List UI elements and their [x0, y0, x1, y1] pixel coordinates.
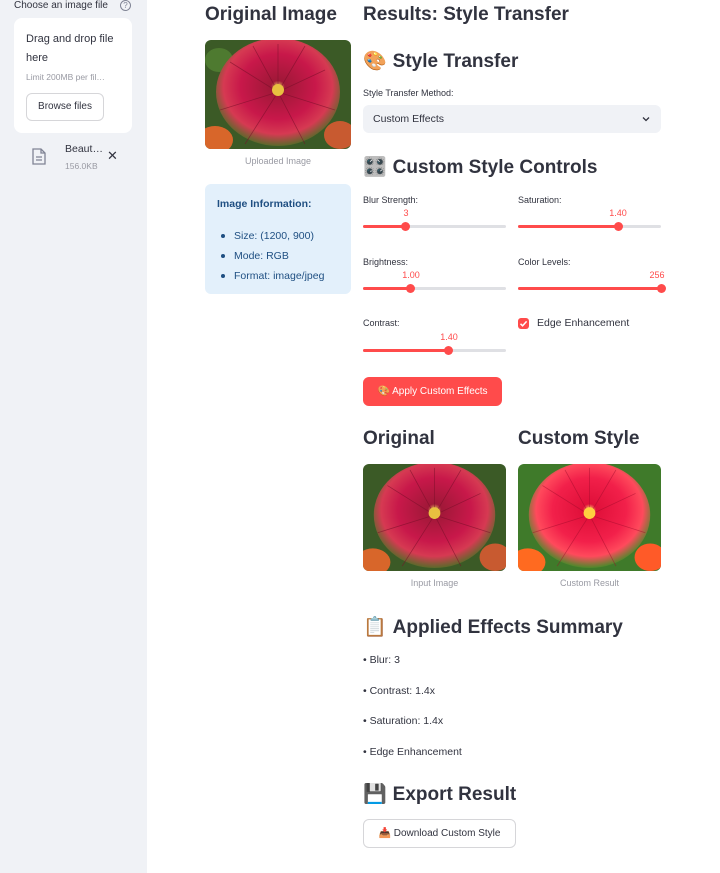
file-icon [32, 148, 46, 165]
file-size: 156.0KB [65, 161, 98, 171]
custom-result-caption: Custom Result [559, 578, 620, 588]
original-image-title: Original Image [205, 4, 337, 25]
help-icon[interactable]: ? [120, 0, 131, 11]
image-info-title: Image Information: [217, 198, 312, 210]
contrast-slider-thumb[interactable] [444, 346, 454, 355]
uploaded-image-caption: Uploaded Image [244, 156, 312, 166]
method-select-value: Custom Effects [373, 113, 444, 125]
info-size: Size: (1200, 900) [217, 226, 324, 246]
saturation-value: 1.40 [609, 208, 627, 218]
chevron-down-icon [642, 117, 650, 122]
file-dropzone[interactable]: Drag and drop file here Limit 200MB per … [14, 18, 132, 133]
control-knobs-icon: 🎛️ [363, 157, 387, 178]
file-name: Beaut… [65, 143, 103, 155]
brightness-value: 1.00 [402, 270, 420, 280]
blur-label: Blur Strength: [363, 195, 419, 205]
input-image [363, 464, 506, 571]
method-select[interactable]: Custom Effects [363, 105, 661, 133]
color-levels-slider[interactable] [518, 282, 666, 296]
brightness-slider[interactable] [363, 282, 506, 296]
checkmark-icon [519, 320, 528, 327]
dropzone-title: Drag and drop file here [26, 33, 114, 64]
export-heading: 💾 Export Result [363, 784, 517, 805]
saturation-label: Saturation: [518, 195, 562, 205]
summary-item-blur: • Blur: 3 [363, 654, 400, 666]
summary-item-contrast: • Contrast: 1.4x [363, 685, 435, 697]
style-transfer-heading: 🎨 Style Transfer [363, 51, 519, 72]
info-format: Format: image/jpeg [217, 266, 324, 286]
edge-enhancement-label[interactable]: Edge Enhancement [537, 317, 629, 329]
uploader-label: Choose an image file [14, 0, 108, 11]
image-info-list: Size: (1200, 900) Mode: RGB Format: imag… [217, 226, 324, 286]
edge-enhancement-checkbox[interactable] [518, 318, 529, 329]
info-mode: Mode: RGB [217, 246, 324, 266]
blur-slider[interactable] [363, 220, 506, 234]
image-info-box: Image Information: Size: (1200, 900) Mod… [205, 184, 351, 294]
color-levels-value: 256 [649, 270, 665, 280]
clipboard-icon: 📋 [363, 617, 387, 638]
brightness-label: Brightness: [363, 257, 409, 267]
remove-file-icon[interactable]: ✕ [107, 149, 118, 162]
floppy-disk-icon: 💾 [363, 784, 387, 805]
contrast-slider[interactable] [363, 344, 506, 358]
browse-files-button[interactable]: Browse files [26, 93, 104, 121]
results-title: Results: Style Transfer [363, 4, 569, 25]
dropzone-limit: Limit 200MB per fil… [26, 72, 105, 82]
contrast-label: Contrast: [363, 318, 400, 328]
uploaded-image [205, 40, 351, 149]
summary-item-edge: • Edge Enhancement [363, 746, 462, 758]
blur-slider-thumb[interactable] [401, 222, 411, 231]
brightness-slider-thumb[interactable] [405, 284, 415, 293]
saturation-slider[interactable] [518, 220, 661, 234]
sidebar: Choose an image file ? Drag and drop fil… [0, 0, 147, 873]
custom-style-heading: Custom Style [518, 428, 640, 449]
apply-custom-effects-button[interactable]: 🎨 Apply Custom Effects [363, 377, 502, 406]
blur-value: 3 [403, 208, 409, 218]
contrast-value: 1.40 [440, 332, 458, 342]
color-levels-slider-thumb[interactable] [656, 284, 666, 293]
custom-controls-heading: 🎛️ Custom Style Controls [363, 157, 598, 178]
palette-icon: 🎨 [363, 51, 387, 72]
download-custom-style-button[interactable]: 📥 Download Custom Style [363, 819, 516, 848]
summary-heading: 📋 Applied Effects Summary [363, 617, 623, 638]
uploaded-file-row: Beaut… 156.0KB ✕ [14, 140, 132, 176]
input-image-caption: Input Image [410, 578, 459, 588]
original-heading: Original [363, 428, 435, 449]
saturation-slider-thumb[interactable] [613, 222, 623, 231]
color-levels-label: Color Levels: [518, 257, 571, 267]
custom-result-image [518, 464, 661, 571]
summary-item-saturation: • Saturation: 1.4x [363, 715, 444, 727]
method-label: Style Transfer Method: [363, 88, 454, 98]
